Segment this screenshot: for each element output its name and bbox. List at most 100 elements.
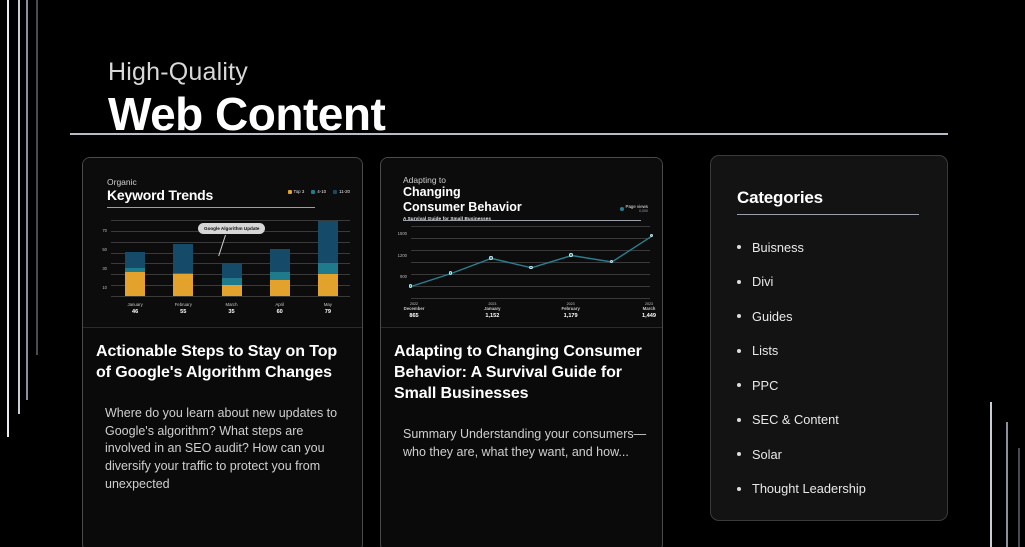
category-item-ppc[interactable]: PPC	[737, 368, 937, 403]
chart2-x-label: March	[642, 306, 656, 311]
chart1-x-label: May	[323, 302, 332, 307]
chart1-y-tick: 10	[102, 284, 107, 290]
chart1-segment-11-20	[269, 248, 290, 273]
chart2-x-group: 2023 March 1,449	[627, 302, 662, 319]
bullet-icon	[737, 245, 741, 250]
chart1-legend: Top 3 4-10 11-20	[287, 189, 350, 194]
post-card-2[interactable]: Adapting to Changing Consumer Behavior A…	[380, 157, 663, 547]
chart1-bar-may	[317, 220, 338, 296]
chart2-line-series	[411, 235, 652, 288]
chart1-x-group: February 55	[161, 302, 205, 315]
chart1-title-rule	[107, 207, 315, 208]
chart1-gridline	[111, 296, 350, 297]
category-item-label: Lists	[752, 343, 779, 359]
legend-swatch-icon	[287, 189, 292, 194]
post-card-1-excerpt: Where do you learn about new updates to …	[105, 405, 338, 491]
chart1-gridline	[111, 252, 350, 254]
post-card-1-title[interactable]: Actionable Steps to Stay on Top of Googl…	[96, 342, 349, 384]
chart1-x-group: May 79	[306, 302, 350, 315]
category-item-label: PPC	[752, 377, 779, 393]
chart1-legend-item: 4-10	[311, 189, 326, 194]
page-root: High-Quality Web Content Organic Keyword…	[0, 0, 1025, 547]
header-divider	[70, 133, 948, 135]
category-item-solar[interactable]: Solar	[737, 437, 937, 472]
chart1-segment-top-3	[269, 279, 290, 296]
chart2-plot-area	[408, 226, 654, 299]
post-card-1-chart-image: Organic Keyword Trends Top 3 4-10 11-20 Ja…	[83, 158, 362, 328]
chart1-segment-11-20	[173, 243, 194, 274]
categories-panel: Categories Buisness Divi Guides Lists PPC SEC…	[710, 155, 948, 521]
chart2-y-tick: 1200	[397, 252, 407, 258]
chart1-legend-item: 11-20	[333, 189, 350, 194]
category-item-guides[interactable]: Guides	[737, 299, 937, 334]
decor-line-left-4	[36, 0, 39, 355]
category-item-sec-content[interactable]: SEC & Content	[737, 403, 937, 438]
category-item-label: Buisness	[752, 239, 804, 255]
decor-line-right-2	[1006, 422, 1008, 547]
page-header: High-Quality Web Content	[108, 58, 948, 140]
post-card-1[interactable]: Organic Keyword Trends Top 3 4-10 11-20 Ja…	[82, 157, 363, 547]
chart1-x-group: April 60	[258, 302, 302, 315]
bullet-icon	[737, 486, 741, 491]
chart1-y-tick: 70	[102, 227, 107, 233]
category-item-divi[interactable]: Divi	[737, 265, 937, 300]
post-card-2-body: Adapting to Changing Consumer Behavior: …	[381, 328, 662, 461]
chart1-x-value: 60	[276, 309, 283, 315]
chart2-data-point	[529, 265, 533, 269]
keyword-trends-chart: Organic Keyword Trends Top 3 4-10 11-20 Ja…	[83, 158, 362, 327]
chart1-bar-april	[269, 248, 290, 296]
decor-line-left-2	[18, 0, 20, 414]
chart2-data-point	[408, 284, 413, 288]
chart2-title-line-1: Changing	[403, 185, 461, 200]
chart1-x-value: 79	[324, 309, 331, 315]
chart1-x-label: January	[127, 302, 143, 307]
chart2-gridline	[411, 298, 650, 299]
chart2-data-point	[489, 256, 493, 260]
post-card-2-title[interactable]: Adapting to Changing Consumer Behavior: …	[394, 342, 649, 405]
category-item-label: Divi	[752, 274, 774, 290]
chart1-segment-11-20	[317, 220, 338, 263]
chart1-x-label: March	[225, 302, 238, 307]
category-item-buisness[interactable]: Buisness	[737, 230, 937, 265]
chart1-segment-4-10	[269, 272, 290, 280]
chart1-legend-label: Top 3	[293, 189, 305, 194]
chart1-segment-11-20	[125, 252, 146, 268]
category-item-thought-leadership[interactable]: Thought Leadership	[737, 472, 937, 507]
categories-divider	[737, 214, 919, 215]
chart1-bar-february	[173, 243, 194, 296]
chart1-x-label: April	[275, 302, 284, 307]
chart1-legend-label: 11-20	[339, 189, 350, 194]
chart1-segment-4-10	[221, 277, 242, 285]
chart2-x-label: February	[561, 306, 580, 311]
chart1-y-tick: 30	[102, 265, 107, 271]
chart2-data-point	[448, 271, 453, 275]
chart1-segment-top-3	[221, 284, 242, 296]
legend-dot-icon	[619, 206, 624, 211]
chart1-segment-11-20	[221, 262, 242, 278]
chart1-annotation-tooltip: Google Algorithm Update	[198, 223, 266, 234]
category-item-lists[interactable]: Lists	[737, 334, 937, 369]
chart1-segment-top-3	[173, 274, 194, 296]
chart2-x-value: 1,179	[563, 313, 578, 319]
legend-swatch-icon	[311, 189, 316, 194]
chart1-title: Keyword Trends	[107, 187, 214, 204]
chart2-data-point	[569, 253, 573, 257]
chart2-x-value: 865	[409, 313, 419, 319]
chart2-legend-item: Page views 0,000	[619, 204, 648, 213]
bullet-icon	[737, 383, 741, 388]
chart2-y-tick: 900	[400, 274, 407, 280]
chart2-x-value: 1,449	[642, 313, 656, 319]
chart1-x-value: 55	[180, 309, 187, 315]
chart2-x-group: 2023 February 1,179	[549, 302, 593, 319]
consumer-behavior-chart: Adapting to Changing Consumer Behavior A…	[381, 158, 662, 327]
bullet-icon	[737, 348, 741, 353]
chart2-x-group: 2022 December 865	[392, 302, 436, 319]
chart1-y-tick: 50	[102, 246, 107, 252]
chart2-x-value: 1,152	[485, 313, 500, 319]
chart1-segment-top-3	[317, 274, 338, 296]
chart1-segment-4-10	[317, 262, 338, 275]
legend-swatch-icon	[333, 189, 338, 194]
decor-line-right-3	[1018, 448, 1021, 547]
post-card-2-excerpt: Summary Understanding your consumers—who…	[403, 426, 647, 459]
chart2-legend: Page views 0,000	[619, 204, 648, 213]
